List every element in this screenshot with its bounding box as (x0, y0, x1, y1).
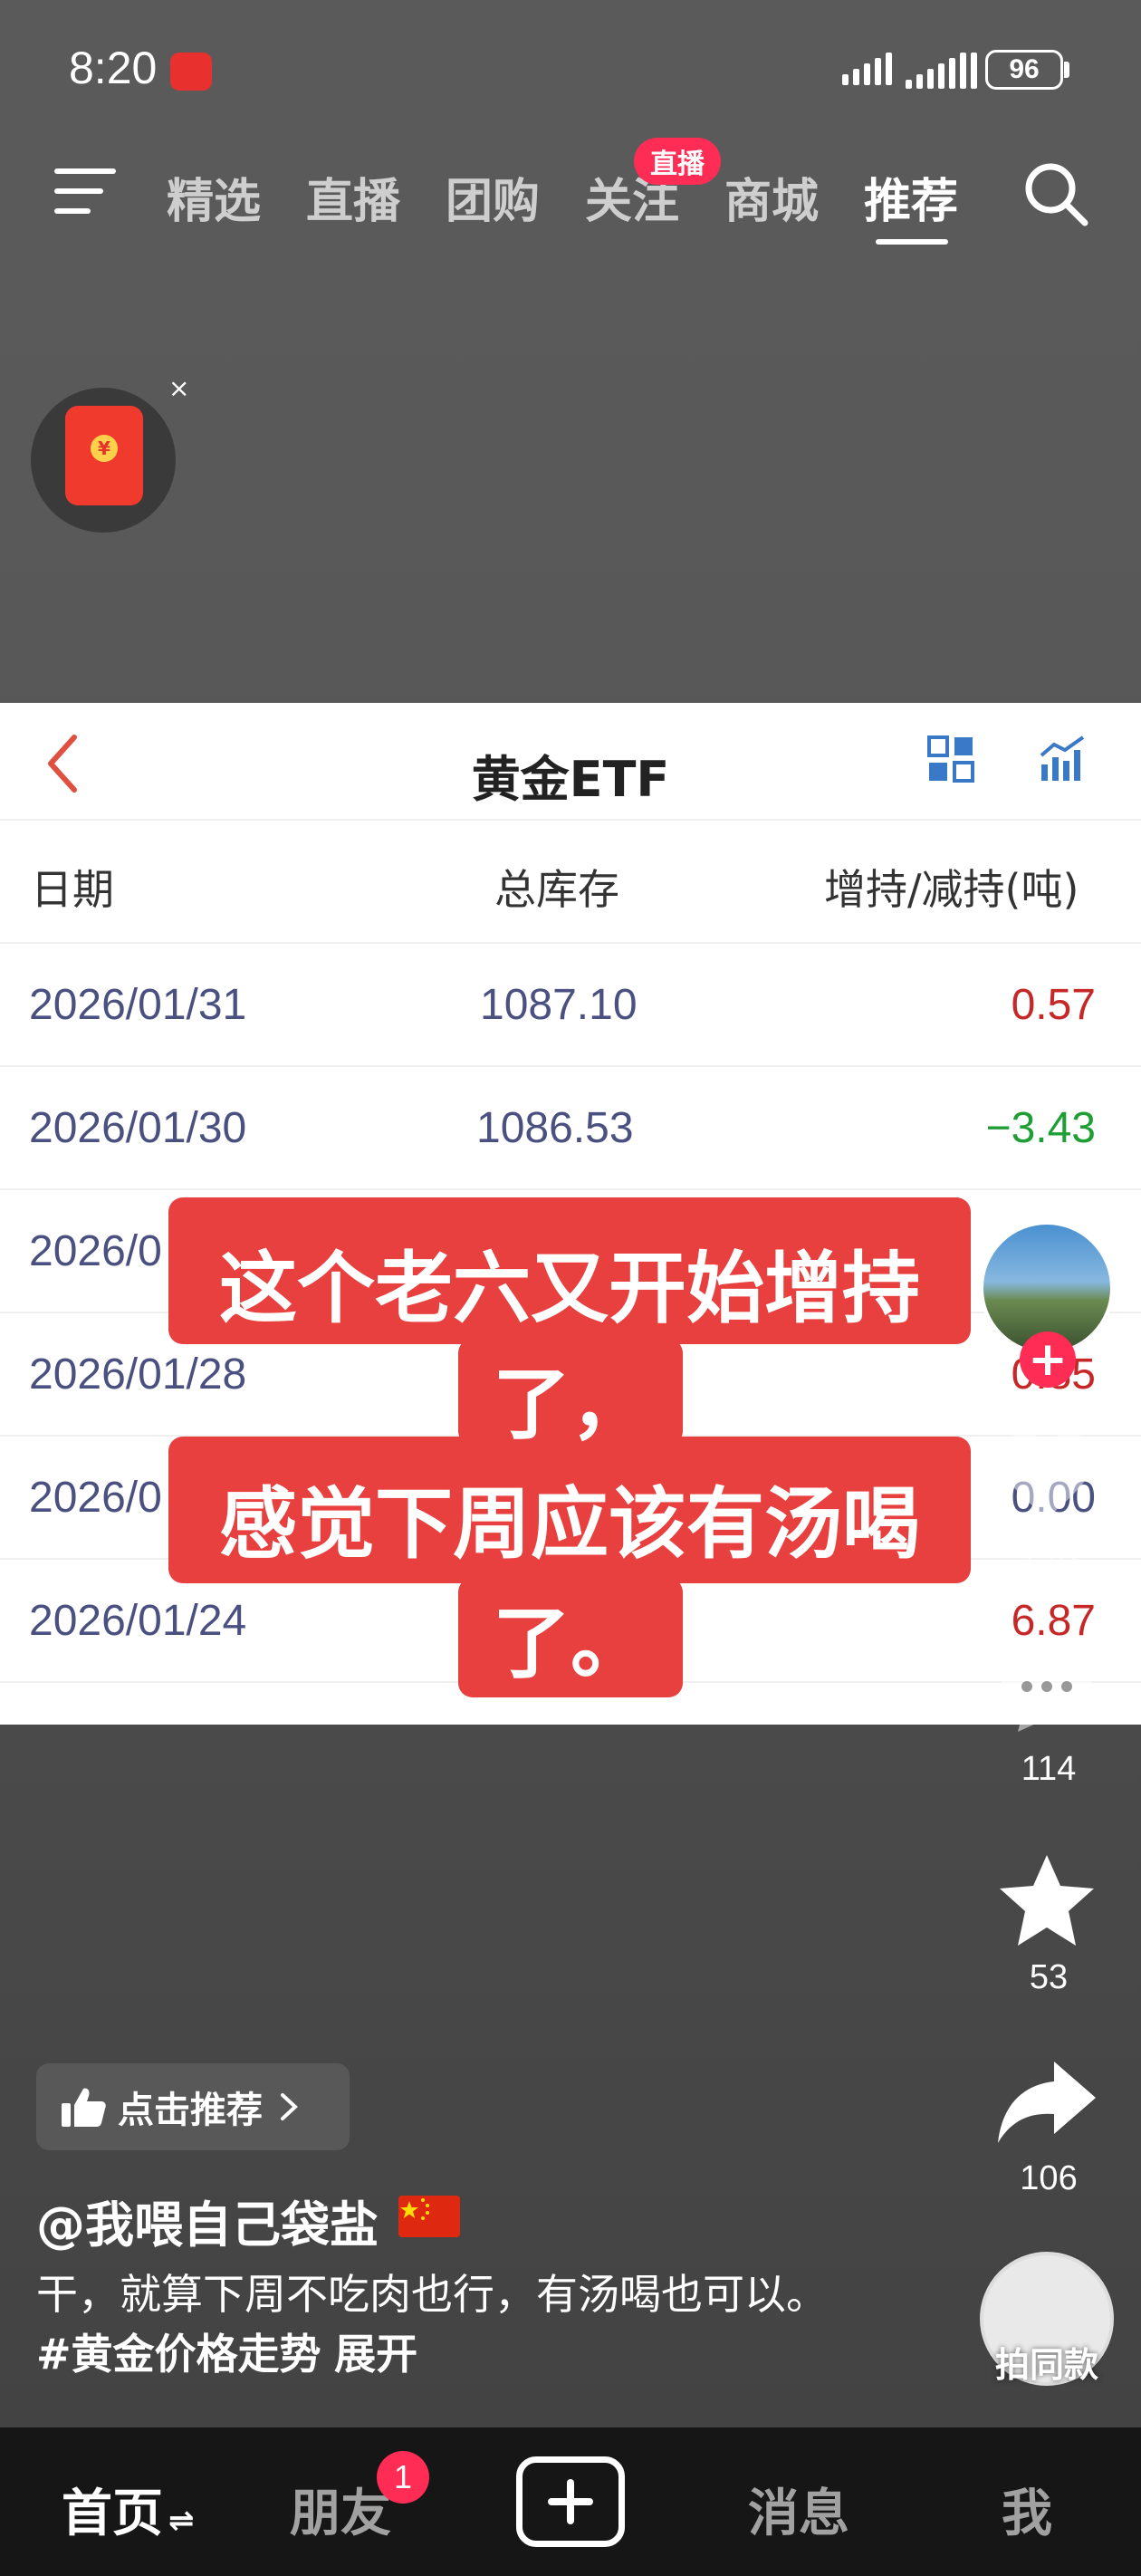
caption-line: 感觉下周应该有汤喝 (219, 1479, 920, 1570)
add-video-button[interactable] (516, 2456, 625, 2547)
signal-icon-2 (906, 53, 977, 89)
grid-view-icon[interactable] (927, 735, 974, 783)
row-total: 1086.53 (476, 1104, 634, 1152)
row-date: 2026/0 (29, 1474, 162, 1522)
tab-live[interactable]: 直播 (306, 163, 400, 231)
live-badge: 直播 (634, 138, 721, 185)
battery-tip (1064, 62, 1069, 78)
search-icon[interactable] (1020, 158, 1092, 230)
nav-friends[interactable]: 朋友 (290, 2473, 391, 2546)
favorite-count: 53 (1029, 1958, 1069, 1996)
row-date: 2026/01/31 (29, 981, 247, 1029)
chevron-right-icon (281, 2093, 298, 2120)
signal-icon (842, 53, 892, 85)
nav-me[interactable]: 我 (1002, 2473, 1052, 2546)
active-tab-underline (876, 239, 948, 245)
row-change: −3.43 (985, 1104, 1096, 1152)
expand-link[interactable]: 展开 (334, 2330, 417, 2379)
caption-line: 了。 (493, 1599, 648, 1689)
row-date: 2026/0 (29, 1227, 162, 1275)
row-total: 1087.10 (480, 981, 638, 1029)
caption-line: 了， (493, 1360, 648, 1450)
tab-featured[interactable]: 精选 (167, 163, 261, 231)
row-date: 2026/01/24 (29, 1597, 247, 1645)
thumbs-up-icon (62, 2088, 106, 2127)
row-change: 0.57 (1011, 981, 1096, 1029)
like-count: 179 (1020, 1545, 1078, 1583)
battery-indicator: 96 (985, 50, 1063, 90)
nav-home[interactable]: 首页 ⇌ (62, 2473, 195, 2546)
description-text: 干，就算下周不吃肉也行，有汤喝也可以。 (36, 2270, 828, 2319)
recommend-label: 点击推荐 (118, 2090, 263, 2131)
row-date: 2026/01/28 (29, 1350, 247, 1399)
row-date: 2026/01/30 (29, 1104, 247, 1152)
caption-line: 这个老六又开始增持 (219, 1244, 920, 1334)
row-change: 6.87 (1011, 1597, 1096, 1645)
heart-icon[interactable] (996, 1431, 1098, 1522)
tab-mall[interactable]: 商城 (724, 163, 819, 231)
divider (0, 1188, 1141, 1190)
huawei-app-icon (170, 53, 212, 91)
recommend-button[interactable]: 点击推荐 (36, 2063, 350, 2150)
red-packet-coin: ¥ (91, 435, 118, 462)
hashtag-link[interactable]: #黄金价格走势 (36, 2330, 321, 2379)
tab-group-buy[interactable]: 团购 (446, 163, 540, 231)
divider (0, 942, 1141, 944)
tab-recommend[interactable]: 推荐 (864, 163, 958, 231)
divider (0, 819, 1141, 821)
comment-icon[interactable] (998, 1647, 1096, 1734)
friends-badge: 1 (377, 2451, 429, 2504)
china-flag-icon (398, 2196, 460, 2237)
close-icon[interactable]: × (168, 373, 189, 403)
column-header-change: 增持/减持(吨) (824, 865, 1079, 914)
plus-icon (548, 2479, 593, 2524)
divider (0, 1065, 1141, 1067)
menu-icon[interactable] (54, 168, 116, 216)
chart-icon[interactable] (1038, 734, 1087, 783)
comment-count: 114 (1021, 1750, 1077, 1788)
follow-button[interactable]: + (1020, 1331, 1076, 1388)
share-count: 106 (1020, 2159, 1078, 2197)
column-header-date: 日期 (31, 865, 114, 914)
author-name[interactable]: @我喂自己袋盐 (36, 2185, 379, 2256)
star-icon[interactable] (996, 1851, 1098, 1949)
video-description[interactable]: 干，就算下周不吃肉也行，有汤喝也可以。 #黄金价格走势 展开 (36, 2264, 833, 2384)
swap-icon: ⇌ (168, 2503, 195, 2539)
share-icon[interactable] (994, 2058, 1099, 2147)
nav-home-label: 首页 (62, 2485, 163, 2543)
same-style-label[interactable]: 拍同款 (974, 2337, 1119, 2387)
column-header-total: 总库存 (494, 865, 619, 914)
status-time: 8:20 (69, 43, 158, 93)
nav-messages[interactable]: 消息 (748, 2473, 849, 2546)
